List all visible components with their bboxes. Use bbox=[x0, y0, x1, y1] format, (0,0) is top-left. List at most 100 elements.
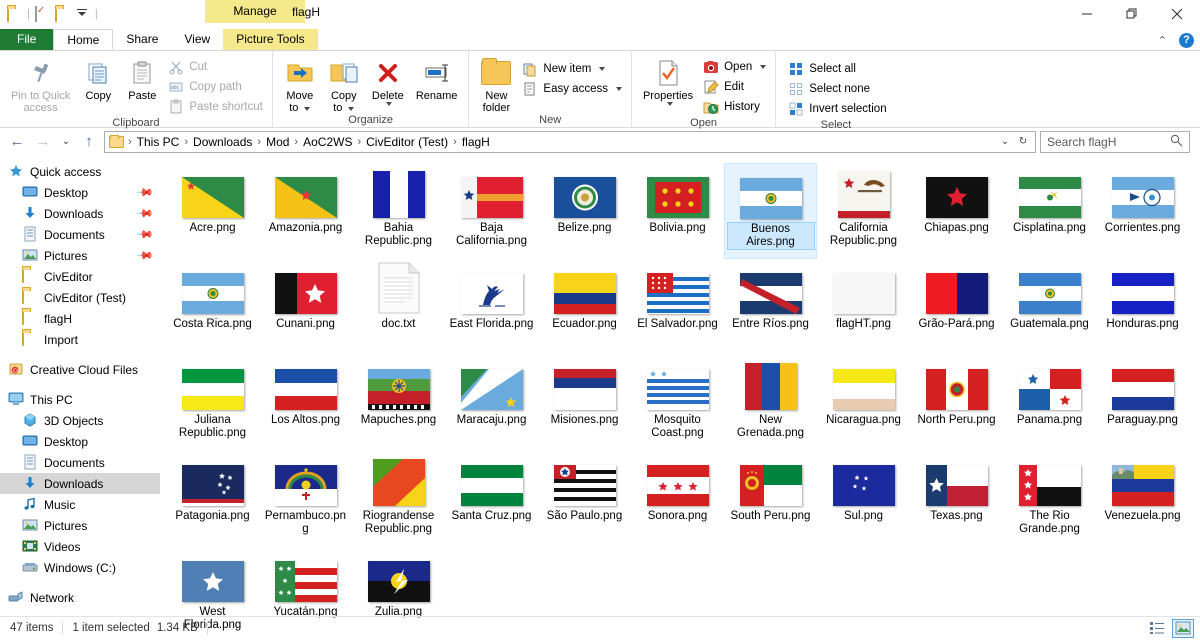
file-item[interactable]: East Florida.png bbox=[445, 259, 538, 355]
chevron-down-icon[interactable] bbox=[615, 87, 622, 91]
sidebar-item-3d-objects[interactable]: 3D Objects bbox=[0, 410, 160, 431]
breadcrumb-item-mod[interactable]: Mod bbox=[262, 132, 293, 152]
file-item[interactable]: Bolivia.png bbox=[631, 163, 724, 259]
sidebar-item-desktop-pc[interactable]: Desktop bbox=[0, 431, 160, 452]
open-button[interactable]: Open bbox=[699, 57, 770, 77]
file-item[interactable]: Costa Rica.png bbox=[166, 259, 259, 355]
invert-selection-button[interactable]: Invert selection bbox=[784, 99, 890, 119]
file-item[interactable]: Belize.png bbox=[538, 163, 631, 259]
tab-share[interactable]: Share bbox=[113, 29, 171, 50]
file-item[interactable]: Guatemala.png bbox=[1003, 259, 1096, 355]
sidebar-item-videos[interactable]: Videos bbox=[0, 536, 160, 557]
tab-file[interactable]: File bbox=[0, 29, 54, 50]
breadcrumb-item-aoc2ws[interactable]: AoC2WS bbox=[299, 132, 356, 152]
customize-dropdown-icon[interactable] bbox=[75, 7, 90, 21]
tab-picture-tools[interactable]: Picture Tools bbox=[223, 29, 318, 50]
file-item[interactable]: Corrientes.png bbox=[1096, 163, 1189, 259]
sidebar-item-creative-cloud-files[interactable]: Cc Creative Cloud Files bbox=[0, 359, 160, 380]
file-item[interactable]: São Paulo.png bbox=[538, 451, 631, 547]
move-to-button[interactable]: Move to bbox=[278, 54, 322, 114]
file-item[interactable]: Sul.png bbox=[817, 451, 910, 547]
sidebar-item-network[interactable]: Network bbox=[0, 587, 160, 608]
sidebar-item-windows-c[interactable]: Windows (C:) bbox=[0, 557, 160, 578]
folder-icon[interactable] bbox=[7, 6, 22, 22]
pin-icon[interactable]: 📌 bbox=[136, 183, 155, 202]
sidebar-item-documents-pc[interactable]: Documents bbox=[0, 452, 160, 473]
file-item[interactable]: Chiapas.png bbox=[910, 163, 1003, 259]
file-item[interactable]: Nicaragua.png bbox=[817, 355, 910, 451]
easy-access-button[interactable]: Easy access bbox=[518, 79, 626, 99]
search-icon[interactable] bbox=[1170, 134, 1183, 150]
cut-button[interactable]: Cut bbox=[164, 57, 267, 77]
file-item[interactable]: Texas.png bbox=[910, 451, 1003, 547]
help-icon[interactable]: ? bbox=[1179, 33, 1194, 48]
sidebar-item-flagh[interactable]: flagH bbox=[0, 308, 160, 329]
forward-button[interactable]: → bbox=[32, 131, 54, 153]
search-input[interactable]: Search flagH bbox=[1040, 130, 1190, 153]
file-item[interactable]: Baja California.png bbox=[445, 163, 538, 259]
file-item[interactable]: Mosquito Coast.png bbox=[631, 355, 724, 451]
new-item-button[interactable]: New item bbox=[518, 59, 626, 79]
file-item[interactable]: Misiones.png bbox=[538, 355, 631, 451]
file-item[interactable]: Ecuador.png bbox=[538, 259, 631, 355]
sidebar-item-documents[interactable]: Documents 📌 bbox=[0, 224, 160, 245]
sidebar-item-this-pc[interactable]: This PC bbox=[0, 389, 160, 410]
file-item[interactable]: North Peru.png bbox=[910, 355, 1003, 451]
new-folder-button[interactable]: New folder bbox=[474, 54, 518, 114]
file-item[interactable]: Honduras.png bbox=[1096, 259, 1189, 355]
file-item[interactable]: Juliana Republic.png bbox=[166, 355, 259, 451]
large-icons-view-button[interactable] bbox=[1172, 618, 1194, 638]
sidebar-item-pictures-pc[interactable]: Pictures bbox=[0, 515, 160, 536]
file-item[interactable]: flagHT.png bbox=[817, 259, 910, 355]
file-item[interactable]: Patagonia.png bbox=[166, 451, 259, 547]
copy-path-button[interactable]: abc Copy path bbox=[164, 77, 267, 97]
edit-button[interactable]: Edit bbox=[699, 77, 770, 97]
file-item[interactable]: Santa Cruz.png bbox=[445, 451, 538, 547]
new-folder-icon[interactable] bbox=[54, 6, 70, 22]
file-item[interactable]: Grão-Pará.png bbox=[910, 259, 1003, 355]
file-item[interactable]: Venezuela.png bbox=[1096, 451, 1189, 547]
file-item[interactable]: Cunani.png bbox=[259, 259, 352, 355]
file-item[interactable]: Los Altos.png bbox=[259, 355, 352, 451]
breadcrumb-item-downloads[interactable]: Downloads bbox=[189, 132, 256, 152]
chevron-up-icon[interactable]: ⌃ bbox=[1158, 34, 1167, 47]
sidebar-item-civeditor[interactable]: CivEditor bbox=[0, 266, 160, 287]
file-item[interactable]: Bahia Republic.png bbox=[352, 163, 445, 259]
sidebar-item-civeditor-test[interactable]: CivEditor (Test) bbox=[0, 287, 160, 308]
file-item[interactable]: South Peru.png bbox=[724, 451, 817, 547]
paste-button[interactable]: Paste bbox=[120, 54, 164, 102]
recent-locations-button[interactable]: ⌄ bbox=[58, 131, 74, 153]
copy-to-button[interactable]: Copy to bbox=[322, 54, 366, 114]
sidebar-item-music[interactable]: Music bbox=[0, 494, 160, 515]
delete-button[interactable]: Delete bbox=[366, 54, 410, 106]
select-all-button[interactable]: Select all bbox=[784, 59, 890, 79]
properties-button[interactable]: Properties bbox=[637, 54, 699, 106]
sidebar-item-downloads-pc[interactable]: Downloads bbox=[0, 473, 160, 494]
file-item[interactable]: Paraguay.png bbox=[1096, 355, 1189, 451]
restore-button[interactable] bbox=[1109, 0, 1154, 28]
select-none-button[interactable]: Select none bbox=[784, 79, 890, 99]
pin-icon[interactable]: 📌 bbox=[136, 225, 155, 244]
breadcrumb-item-flagh[interactable]: flagH bbox=[458, 132, 494, 152]
history-button[interactable]: History bbox=[699, 97, 770, 117]
rename-button[interactable]: Rename bbox=[410, 54, 464, 102]
file-item[interactable]: The Rio Grande.png bbox=[1003, 451, 1096, 547]
paste-shortcut-button[interactable]: Paste shortcut bbox=[164, 97, 267, 117]
pin-to-quick-access-button[interactable]: Pin to Quick access bbox=[5, 54, 76, 114]
sidebar-item-downloads[interactable]: Downloads 📌 bbox=[0, 203, 160, 224]
file-item-selected[interactable]: Buenos Aires.png bbox=[724, 163, 817, 259]
back-button[interactable]: ← bbox=[6, 131, 28, 153]
file-item[interactable]: doc.txt bbox=[352, 259, 445, 355]
chevron-down-icon[interactable] bbox=[599, 67, 606, 71]
tab-home[interactable]: Home bbox=[53, 29, 114, 50]
file-item[interactable]: Riograndense Republic.png bbox=[352, 451, 445, 547]
pin-icon[interactable]: 📌 bbox=[136, 204, 155, 223]
file-item[interactable]: Maracaju.png bbox=[445, 355, 538, 451]
file-item[interactable]: Sonora.png bbox=[631, 451, 724, 547]
file-item[interactable]: Entre Ríos.png bbox=[724, 259, 817, 355]
up-button[interactable]: ↑ bbox=[78, 131, 100, 153]
sidebar-item-quick-access[interactable]: Quick access bbox=[0, 161, 160, 182]
file-item[interactable]: Pernambuco.png bbox=[259, 451, 352, 547]
sidebar-item-desktop[interactable]: Desktop 📌 bbox=[0, 182, 160, 203]
file-item[interactable]: Panama.png bbox=[1003, 355, 1096, 451]
